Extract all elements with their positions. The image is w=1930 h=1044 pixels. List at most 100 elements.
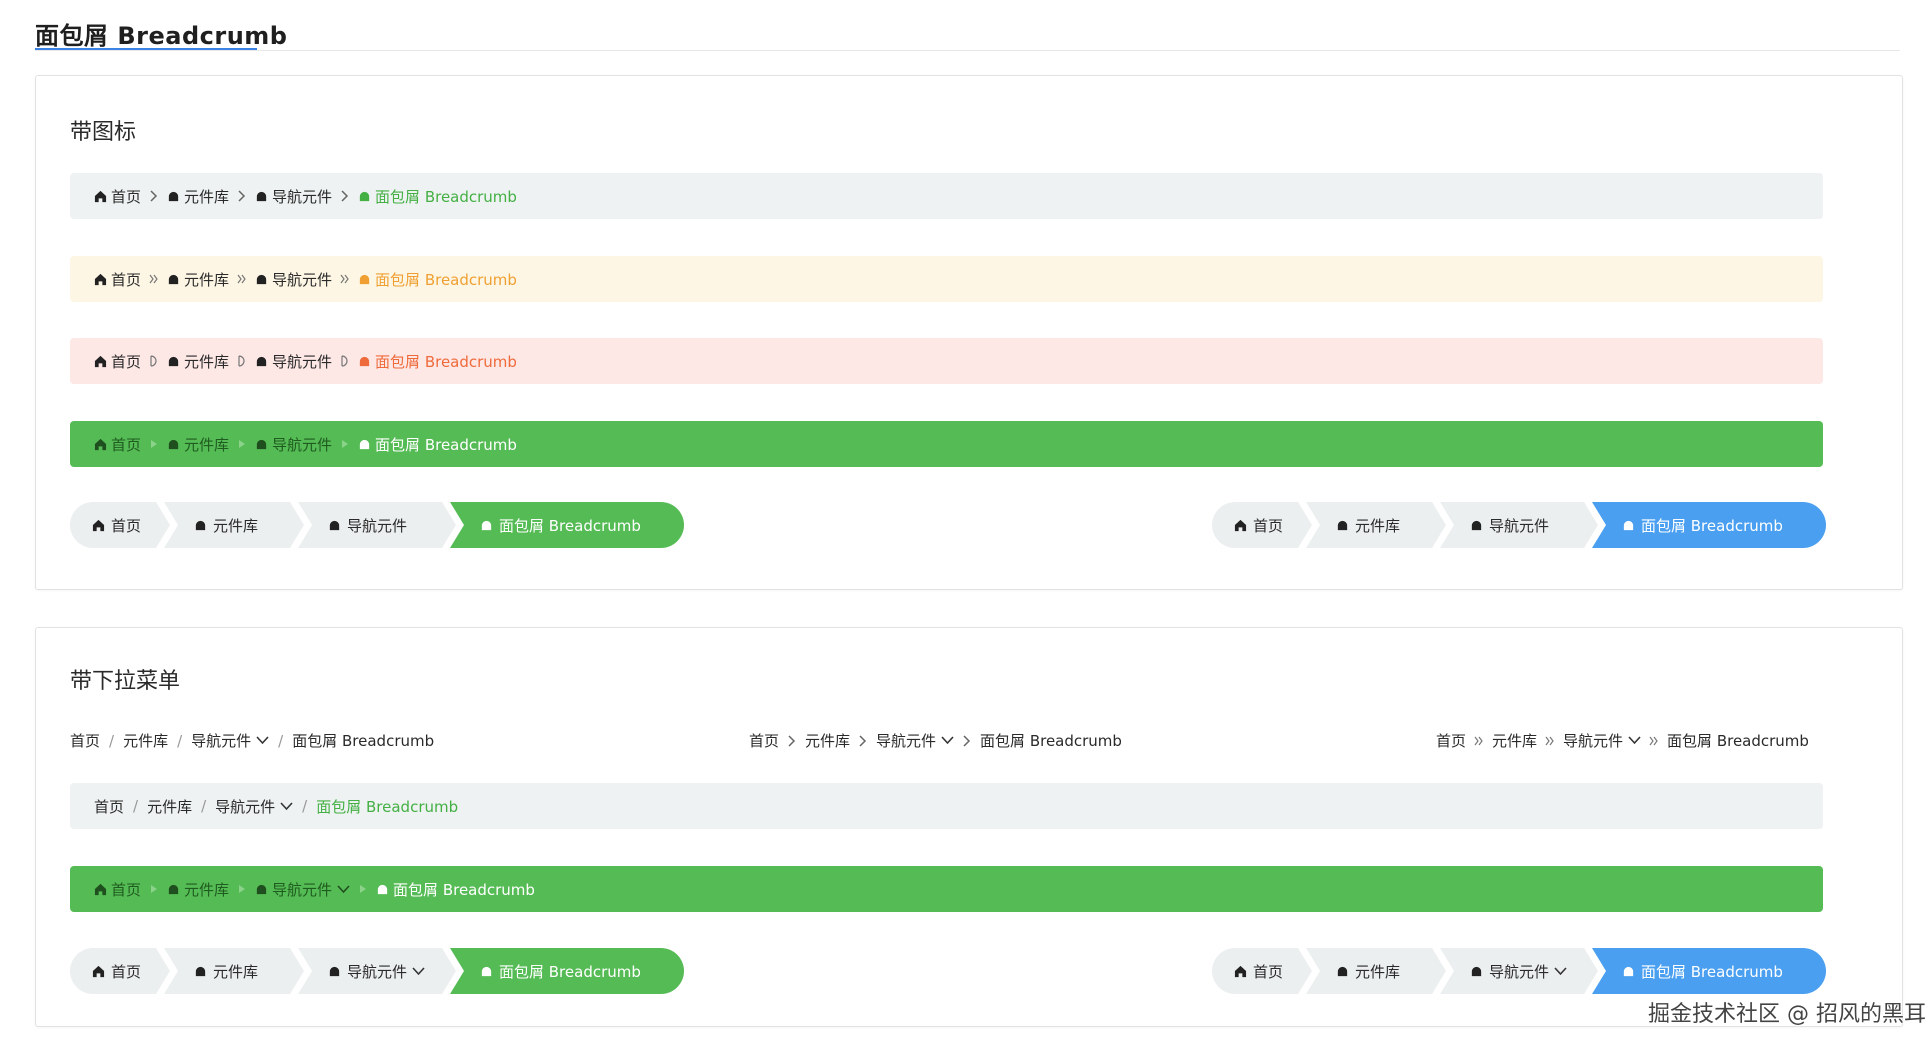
chevron-right-icon [787, 734, 797, 747]
breadcrumb-item-current: 面包屑 Breadcrumb [292, 732, 435, 750]
breadcrumb-arrow-home[interactable]: 首页 [70, 948, 170, 994]
breadcrumb-item-current: 面包屑 Breadcrumb [316, 797, 459, 816]
breadcrumb-arrow-nav[interactable]: 导航元件 [298, 502, 456, 548]
chevron-right-icon [237, 190, 247, 202]
triangle-separator-icon [237, 883, 247, 895]
bell-shaped-icon [358, 355, 371, 368]
breadcrumb-item-library[interactable]: 元件库 [167, 186, 229, 207]
section-title: 带下拉菜单 [70, 669, 181, 694]
bell-shaped-icon [255, 273, 268, 286]
bell-shaped-icon [255, 355, 268, 368]
breadcrumb-separator: / [278, 731, 284, 750]
breadcrumb-item-home[interactable]: 首页 [94, 434, 141, 455]
breadcrumb-arrow-current: 面包屑 Breadcrumb [1592, 502, 1826, 548]
breadcrumb-item-nav[interactable]: 导航元件 [255, 351, 332, 372]
breadcrumb-item-home[interactable]: 首页 [749, 730, 779, 751]
bell-shaped-icon [255, 190, 268, 203]
breadcrumb-item-home[interactable]: 首页 [94, 796, 124, 817]
breadcrumb-item-home[interactable]: 首页 [94, 186, 141, 207]
chevron-down-icon [1554, 967, 1567, 976]
bell-shaped-icon [1470, 965, 1483, 978]
bell-shaped-icon [167, 190, 180, 203]
breadcrumb-item-nav[interactable]: 导航元件 [255, 434, 332, 455]
breadcrumb-item-nav-dropdown[interactable]: 导航元件 [1563, 730, 1641, 751]
chevron-right-icon [340, 190, 350, 202]
bell-shaped-icon [328, 965, 341, 978]
bell-shaped-icon [194, 519, 207, 532]
double-chevron-icon [340, 273, 350, 285]
breadcrumb-item-library[interactable]: 元件库 [147, 796, 192, 817]
breadcrumb-arrow-nav-dropdown[interactable]: 导航元件 [1440, 948, 1598, 994]
breadcrumb-item-library[interactable]: 元件库 [1492, 730, 1537, 751]
breadcrumb-item-home[interactable]: 首页 [94, 351, 141, 372]
breadcrumb-item-nav-dropdown[interactable]: 导航元件 [255, 879, 350, 900]
bell-shaped-icon [1336, 965, 1349, 978]
chevron-right-icon [149, 190, 159, 202]
breadcrumb-item-home[interactable]: 首页 [94, 879, 141, 900]
breadcrumb-inline-double-chevron: 首页 元件库 导航元件 面包屑 Breadcrumb [1436, 730, 1809, 751]
breadcrumb-arrow-current: 面包屑 Breadcrumb [450, 948, 684, 994]
breadcrumb-arrow-library[interactable]: 元件库 [164, 502, 304, 548]
home-icon [94, 190, 107, 203]
half-circle-separator-icon [340, 355, 350, 367]
home-icon [92, 519, 105, 532]
breadcrumb-arrow-home[interactable]: 首页 [1212, 502, 1312, 548]
breadcrumb-arrow-nav-dropdown[interactable]: 导航元件 [298, 948, 456, 994]
breadcrumb-item-current: 面包屑 Breadcrumb [358, 186, 517, 207]
breadcrumb-item-library[interactable]: 元件库 [167, 351, 229, 372]
bell-shaped-icon [358, 438, 371, 451]
home-icon [94, 438, 107, 451]
breadcrumb-bar-grey: 首页 元件库 导航元件 面包屑 Breadcrumb [70, 173, 1823, 219]
breadcrumb-item-home[interactable]: 首页 [1436, 730, 1466, 751]
bell-shaped-icon [1336, 519, 1349, 532]
bell-shaped-icon [1470, 519, 1483, 532]
triangle-separator-icon [237, 438, 247, 450]
arrow-breadcrumb-blue: 首页 元件库 导航元件 面包屑 Breadcrumb [1212, 502, 1826, 548]
icon-breadcrumb-card: 带图标 首页 元件库 导航元件 面包屑 Breadcrumb 首页 元件库 导航… [35, 75, 1903, 590]
breadcrumb-arrow-home[interactable]: 首页 [1212, 948, 1312, 994]
bell-shaped-icon [255, 883, 268, 896]
breadcrumb-item-home[interactable]: 首页 [70, 730, 100, 751]
breadcrumb-item-current: 面包屑 Breadcrumb [358, 351, 517, 372]
breadcrumb-item-current: 面包屑 Breadcrumb [1667, 732, 1809, 750]
bell-shaped-icon [194, 965, 207, 978]
home-icon [92, 965, 105, 978]
double-chevron-icon [237, 273, 247, 285]
breadcrumb-item-nav-dropdown[interactable]: 导航元件 [191, 730, 269, 751]
breadcrumb-item-library[interactable]: 元件库 [167, 269, 229, 290]
breadcrumb-item-current: 面包屑 Breadcrumb [980, 732, 1122, 750]
breadcrumb-inline-chevron: 首页 元件库 导航元件 面包屑 Breadcrumb [749, 730, 1122, 751]
breadcrumb-arrow-library[interactable]: 元件库 [1306, 502, 1446, 548]
breadcrumb-arrow-nav[interactable]: 导航元件 [1440, 502, 1598, 548]
bell-shaped-icon [167, 273, 180, 286]
breadcrumb-item-nav[interactable]: 导航元件 [255, 186, 332, 207]
breadcrumb-item-nav[interactable]: 导航元件 [255, 269, 332, 290]
bell-shaped-icon [480, 965, 493, 978]
bell-shaped-icon [167, 883, 180, 896]
breadcrumb-arrow-home[interactable]: 首页 [70, 502, 170, 548]
breadcrumb-item-library[interactable]: 元件库 [805, 730, 850, 751]
half-circle-separator-icon [149, 355, 159, 367]
breadcrumb-item-current: 面包屑 Breadcrumb [358, 269, 517, 290]
breadcrumb-separator: / [177, 731, 183, 750]
home-icon [94, 883, 107, 896]
breadcrumb-bar-yellow: 首页 元件库 导航元件 面包屑 Breadcrumb [70, 256, 1823, 302]
breadcrumb-item-library[interactable]: 元件库 [167, 879, 229, 900]
chevron-down-icon [941, 736, 954, 745]
breadcrumb-item-home[interactable]: 首页 [94, 269, 141, 290]
breadcrumb-item-nav-dropdown[interactable]: 导航元件 [876, 730, 954, 751]
breadcrumb-arrow-library[interactable]: 元件库 [164, 948, 304, 994]
arrow-breadcrumb-blue-dropdown: 首页 元件库 导航元件 面包屑 Breadcrumb [1212, 948, 1826, 994]
breadcrumb-item-library[interactable]: 元件库 [123, 730, 168, 751]
breadcrumb-item-library[interactable]: 元件库 [167, 434, 229, 455]
double-chevron-icon [1649, 735, 1659, 747]
double-chevron-icon [1474, 735, 1484, 747]
triangle-separator-icon [358, 883, 368, 895]
triangle-separator-icon [340, 438, 350, 450]
breadcrumb-bar-green-dropdown: 首页 元件库 导航元件 面包屑 Breadcrumb [70, 866, 1823, 912]
bell-shaped-icon [167, 438, 180, 451]
breadcrumb-inline-slash: 首页 / 元件库 / 导航元件 / 面包屑 Breadcrumb [70, 730, 434, 751]
breadcrumb-item-nav-dropdown[interactable]: 导航元件 [215, 796, 293, 817]
breadcrumb-arrow-library[interactable]: 元件库 [1306, 948, 1446, 994]
bell-shaped-icon [480, 519, 493, 532]
